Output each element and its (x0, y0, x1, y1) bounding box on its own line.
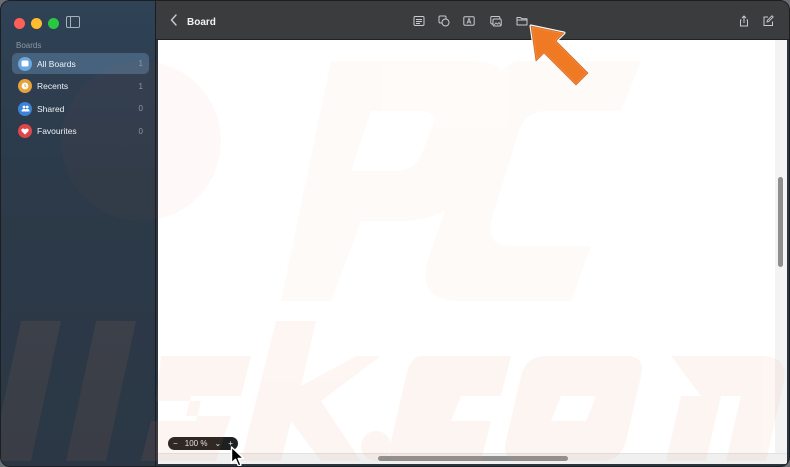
toolbar: Board (156, 1, 789, 40)
heart-icon (18, 124, 32, 138)
sidebar-item-count: 1 (138, 59, 143, 68)
text-icon[interactable] (463, 15, 475, 27)
sidebar-item-recents[interactable]: Recents 1 (12, 76, 149, 97)
sidebar-toggle-icon[interactable] (66, 16, 80, 28)
sidebar-item-label: Recents (37, 81, 69, 91)
folder-icon[interactable] (516, 15, 528, 27)
pointer-arrow-annotation (529, 24, 590, 87)
page-title: Board (187, 17, 216, 28)
vertical-scrollbar[interactable] (775, 40, 787, 453)
back-chevron-icon[interactable] (170, 14, 180, 26)
share-icon[interactable] (738, 15, 750, 27)
sidebar-item-label: All Boards (37, 58, 76, 69)
boards-icon (18, 56, 32, 71)
media-icon[interactable] (490, 15, 502, 27)
sidebar-item-favourites[interactable]: Favourites 0 (12, 121, 149, 142)
sidebar-item-all-boards[interactable]: All Boards 1 (12, 53, 149, 74)
zoom-level[interactable]: 100 % (185, 437, 208, 450)
clock-icon (18, 79, 32, 93)
sidebar-nav: All Boards 1 Recents 1 Shared 0 Favourit… (12, 53, 149, 143)
main-area: Board − 100 % ⌄ + (156, 1, 789, 466)
sidebar-item-shared[interactable]: Shared 0 (12, 98, 149, 119)
board-canvas[interactable] (158, 40, 775, 453)
horizontal-scrollbar[interactable] (158, 453, 787, 464)
people-icon (18, 101, 32, 116)
zoom-window-button[interactable] (48, 18, 59, 29)
sidebar-item-count: 0 (138, 126, 143, 136)
window-controls (14, 18, 59, 29)
zoom-out-button[interactable]: − (173, 437, 178, 450)
minimize-window-button[interactable] (31, 18, 42, 29)
sidebar-item-label: Favourites (37, 126, 77, 136)
mouse-cursor-icon (230, 446, 245, 466)
sidebar: Boards All Boards 1 Recents 1 Shared 0 F… (1, 1, 156, 466)
text-box-icon[interactable] (413, 15, 425, 27)
zoom-control: − 100 % ⌄ + (168, 437, 238, 450)
sidebar-item-count: 0 (138, 104, 143, 113)
app-window: Boards All Boards 1 Recents 1 Shared 0 F… (0, 0, 790, 467)
sidebar-item-label: Shared (37, 103, 65, 114)
close-window-button[interactable] (14, 18, 25, 29)
horizontal-scroll-thumb[interactable] (378, 456, 568, 461)
vertical-scroll-thumb[interactable] (778, 177, 783, 267)
zoom-dropdown-chevron-icon[interactable]: ⌄ (215, 437, 222, 450)
shapes-icon[interactable] (438, 15, 450, 27)
sidebar-item-count: 1 (138, 81, 143, 91)
compose-icon[interactable] (762, 15, 774, 27)
section-label: Boards (16, 41, 42, 50)
